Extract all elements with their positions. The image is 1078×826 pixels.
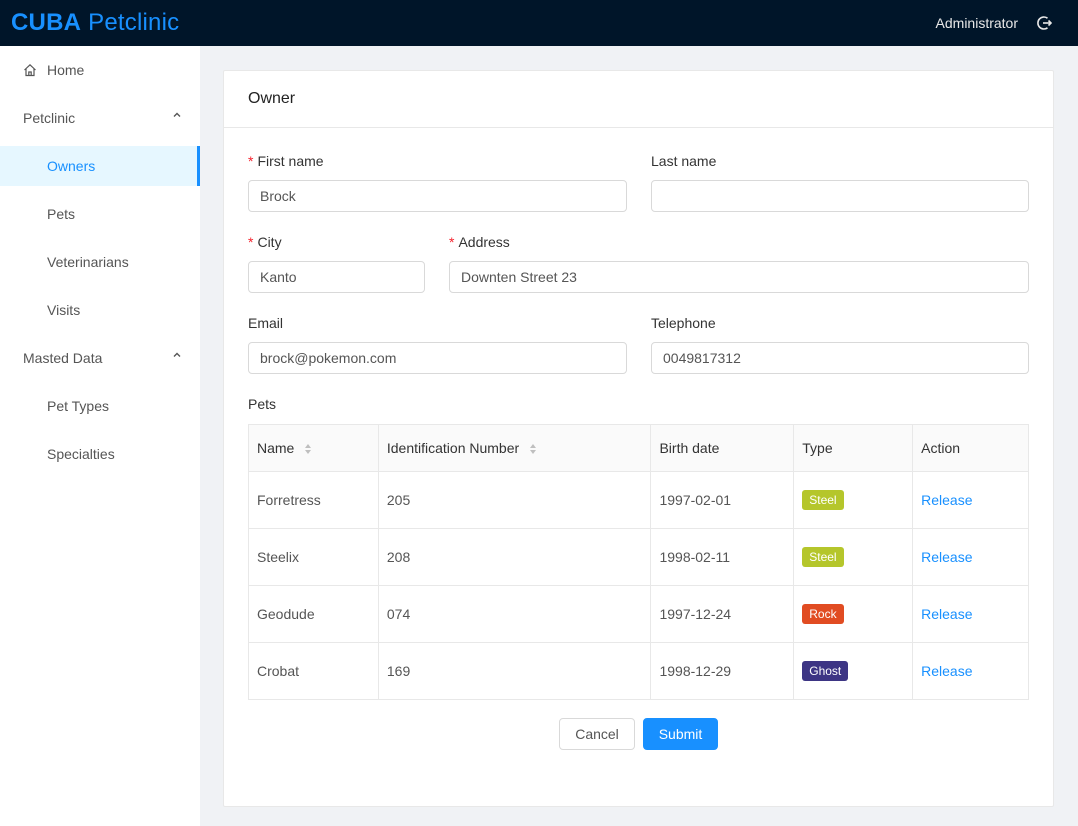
logout-icon[interactable]: [1036, 15, 1052, 31]
sidebar-item-specialties[interactable]: Specialties: [0, 434, 200, 474]
pet-name-cell: Forretress: [248, 471, 379, 529]
sidebar-group-label: Petclinic: [23, 110, 76, 126]
home-icon: [24, 63, 36, 77]
sidebar-item-label: Specialties: [47, 446, 115, 462]
pet-action-cell: Release: [912, 471, 1029, 529]
pet-action-cell: Release: [912, 642, 1029, 700]
pet-birth-cell: 1998-12-29: [650, 642, 795, 700]
pets-label: Pets: [248, 396, 277, 412]
pet-id-cell: 169: [377, 642, 652, 700]
table-row: Geodude 074 1997-12-24 Rock Release: [248, 585, 1029, 643]
sidebar-item-label: Pet Types: [47, 398, 110, 414]
cancel-button[interactable]: Cancel: [559, 718, 635, 750]
type-tag: Steel: [802, 490, 844, 510]
pet-id-cell: 074: [377, 585, 652, 643]
brand-bold: CUBA: [11, 9, 82, 36]
column-header-birth-date: Birth date: [650, 424, 795, 472]
chevron-up-icon: [173, 352, 181, 357]
required-mark: *: [248, 234, 254, 250]
release-link[interactable]: Release: [921, 549, 972, 565]
column-header-type: Type: [793, 424, 914, 472]
pet-birth-cell: 1997-02-01: [650, 471, 795, 529]
column-header-action: Action: [912, 424, 1029, 472]
city-field[interactable]: [248, 261, 425, 293]
app-logo[interactable]: CUBA Petclinic: [11, 9, 179, 37]
user-name: Administrator: [935, 15, 1018, 31]
sidebar-item-label: Pets: [47, 206, 76, 222]
sidebar-group-label: Masted Data: [23, 350, 103, 366]
telephone-field[interactable]: [651, 342, 1029, 374]
pet-birth-cell: 1998-02-11: [650, 528, 795, 586]
owner-card: Owner *First name Last name *City *Addre…: [223, 70, 1054, 807]
sidebar-item-label: Owners: [47, 158, 96, 174]
table-row: Crobat 169 1998-12-29 Ghost Release: [248, 642, 1029, 700]
app-header: CUBA Petclinic Administrator: [0, 0, 1078, 46]
sidebar-group-masted-data[interactable]: Masted Data: [0, 338, 200, 378]
required-mark: *: [248, 153, 254, 169]
sidebar-item-label: Home: [47, 62, 85, 78]
sidebar-group-petclinic[interactable]: Petclinic: [0, 98, 200, 138]
pet-type-cell: Ghost: [793, 642, 914, 700]
type-tag: Steel: [802, 547, 844, 567]
pets-table: Name Identification Number Birth date Ty…: [248, 424, 1029, 700]
type-tag: Ghost: [802, 661, 849, 681]
brand-name: Petclinic: [88, 9, 180, 36]
email-label: Email: [248, 315, 284, 331]
submit-button[interactable]: Submit: [643, 718, 718, 750]
sidebar-item-pets[interactable]: Pets: [0, 194, 200, 234]
release-link[interactable]: Release: [921, 606, 972, 622]
card-title: Owner: [224, 71, 1053, 128]
telephone-label: Telephone: [651, 315, 716, 331]
city-label: * City: [248, 234, 282, 250]
chevron-up-icon: [173, 112, 181, 117]
pet-name-cell: Crobat: [248, 642, 379, 700]
sidebar-item-veterinarians[interactable]: Veterinarians: [0, 242, 200, 282]
first-name-label: * First name: [248, 153, 324, 169]
release-link[interactable]: Release: [921, 492, 972, 508]
sidebar-item-owners[interactable]: Owners: [0, 146, 200, 186]
pet-type-cell: Rock: [793, 585, 914, 643]
sidebar-item-label: Veterinarians: [47, 254, 129, 270]
pet-action-cell: Release: [912, 585, 1029, 643]
sidebar-item-label: Visits: [47, 302, 81, 318]
release-link[interactable]: Release: [921, 663, 972, 679]
table-header-row: Name Identification Number Birth date Ty…: [248, 424, 1029, 472]
column-header-name[interactable]: Name: [248, 424, 379, 472]
pet-name-cell: Geodude: [248, 585, 379, 643]
type-tag: Rock: [802, 604, 844, 624]
required-mark: *: [449, 234, 455, 250]
address-field[interactable]: [449, 261, 1029, 293]
address-label: * Address: [449, 234, 510, 250]
sidebar-item-visits[interactable]: Visits: [0, 290, 200, 330]
pet-id-cell: 205: [377, 471, 652, 529]
column-header-identification-number[interactable]: Identification Number: [377, 424, 652, 472]
last-name-field[interactable]: [651, 180, 1029, 212]
sort-icon[interactable]: [529, 443, 537, 455]
table-row: Steelix 208 1998-02-11 Steel Release: [248, 528, 1029, 586]
last-name-label: Last name: [651, 153, 717, 169]
pet-action-cell: Release: [912, 528, 1029, 586]
table-row: Forretress 205 1997-02-01 Steel Release: [248, 471, 1029, 529]
sort-icon[interactable]: [304, 443, 312, 455]
pet-birth-cell: 1997-12-24: [650, 585, 795, 643]
pet-type-cell: Steel: [793, 528, 914, 586]
first-name-field[interactable]: [248, 180, 627, 212]
email-field[interactable]: [248, 342, 627, 374]
pet-name-cell: Steelix: [248, 528, 379, 586]
sidebar: Home Petclinic Owners Pets Veterinarians…: [0, 46, 200, 826]
pet-id-cell: 208: [377, 528, 652, 586]
sidebar-item-pet-types[interactable]: Pet Types: [0, 386, 200, 426]
sidebar-item-home[interactable]: Home: [0, 50, 200, 90]
pet-type-cell: Steel: [793, 471, 914, 529]
